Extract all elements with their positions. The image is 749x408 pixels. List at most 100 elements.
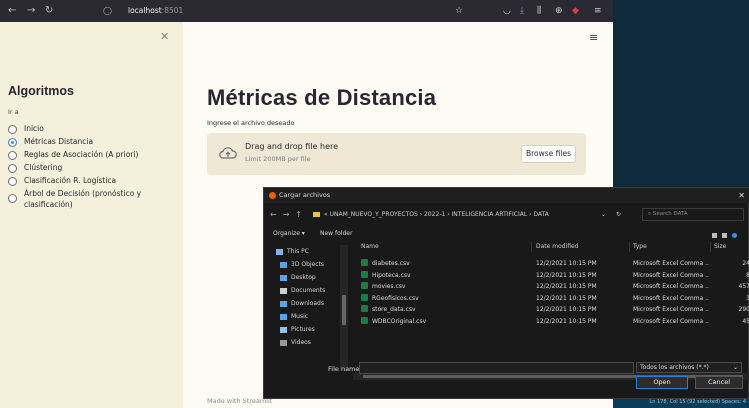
nav-downloads[interactable]: Downloads — [280, 300, 324, 307]
radio-circle-icon[interactable] — [8, 177, 17, 186]
back-icon[interactable]: ← — [8, 4, 16, 18]
open-button[interactable]: Open — [636, 376, 688, 389]
path-segment[interactable]: UNAM_NUEVO_Y_PROYECTOS — [330, 211, 418, 218]
view-options-icon[interactable] — [712, 230, 742, 238]
upload-label: Ingrese el archivo deseado — [207, 119, 295, 127]
search-placeholder: Search DATA — [652, 211, 688, 217]
zoom-icon[interactable]: ⊕ — [555, 4, 563, 18]
nav-desktop[interactable]: Desktop — [280, 274, 316, 281]
search-input[interactable]: ⌕ Search DATA — [642, 208, 744, 221]
radio-arbol-decision[interactable]: Árbol de Decisión (pronóstico y clasifica… — [8, 189, 141, 210]
nav-pictures[interactable]: Pictures — [280, 326, 315, 333]
radio-label-line2: clasificación) — [24, 199, 73, 209]
file-size: 24 — [742, 260, 749, 267]
radio-clasificacion-logistica[interactable]: Clasificación R. Logística — [8, 176, 116, 187]
file-row[interactable]: store_data.csv 12/2/2021 10:15 PM Micros… — [353, 304, 749, 316]
filter-value: Todos los archivos (*.*) — [640, 364, 709, 371]
address-bar[interactable]: « UNAM_NUEVO_Y_PROYECTOS › 2022-1 › INTE… — [309, 208, 614, 221]
bookmark-star-icon[interactable]: ☆ — [455, 4, 463, 18]
file-date: 12/2/2021 10:15 PM — [536, 283, 597, 290]
nav-label: Music — [291, 313, 309, 320]
file-name: RGeofisicos.csv — [372, 294, 419, 302]
pocket-icon[interactable]: ◡ — [503, 4, 511, 18]
path-dropdown-icon[interactable]: ⌄ — [601, 206, 606, 223]
app-menu-icon[interactable]: ≡ — [589, 31, 598, 44]
nav-scrollbar[interactable] — [340, 245, 348, 370]
file-row[interactable]: WDBCOriginal.csv 12/2/2021 10:15 PM Micr… — [353, 316, 749, 328]
file-size: 457 — [738, 283, 749, 290]
cancel-button[interactable]: Cancel — [695, 376, 743, 389]
file-row[interactable]: movies.csv 12/2/2021 10:15 PM Microsoft … — [353, 281, 749, 293]
browse-files-button[interactable]: Browse files — [521, 145, 576, 163]
file-type: Microsoft Excel Comma ... — [633, 317, 709, 325]
column-date-modified[interactable]: Date modified — [536, 240, 579, 253]
radio-reglas-asociacion[interactable]: Reglas de Asociación (A priori) — [8, 150, 138, 161]
radio-label: Inicio — [24, 124, 44, 133]
menu-icon[interactable]: ≡ — [594, 4, 602, 18]
csv-file-icon — [361, 316, 368, 324]
shield-icon[interactable]: ◯ — [103, 4, 112, 18]
radio-selected-icon[interactable] — [8, 138, 17, 147]
radio-clustering[interactable]: Clústering — [8, 163, 62, 174]
radio-circle-icon[interactable] — [8, 194, 17, 203]
radio-label: Clústering — [24, 163, 63, 172]
nav-label: 3D Objects — [291, 261, 325, 268]
organize-button[interactable]: Organize ▾ — [273, 227, 305, 240]
radio-label-line1: Árbol de Decisión (pronóstico y — [24, 189, 142, 198]
file-type: Microsoft Excel Comma ... — [633, 271, 709, 279]
file-name: Hipoteca.csv — [372, 271, 411, 279]
file-date: 12/2/2021 10:15 PM — [536, 260, 597, 267]
dialog-title: Cargar archivos — [279, 191, 331, 199]
sidebar-title: Algoritmos — [8, 84, 74, 98]
column-size[interactable]: Size — [714, 240, 726, 253]
video-icon — [280, 339, 287, 346]
desktop-icon — [280, 274, 287, 281]
url-port: :8501 — [161, 6, 184, 15]
dropzone-limit: Limit 200MB per file — [245, 155, 311, 163]
file-type-filter[interactable]: Todos los archivos (*.*) ⌄ — [636, 362, 742, 373]
nav-label: Documents — [291, 287, 326, 294]
radio-inicio[interactable]: Inicio — [8, 124, 44, 135]
nav-this-pc[interactable]: This PC — [276, 248, 309, 255]
library-icon[interactable]: ⫼ — [537, 4, 541, 18]
download-arrow-icon — [280, 300, 287, 307]
folder-icon — [313, 212, 320, 217]
nav-label: This PC — [287, 248, 309, 255]
path-segment[interactable]: 2022-1 — [424, 211, 445, 218]
radio-circle-icon[interactable] — [8, 151, 17, 160]
browser-toolbar: ← → ↻ ◯ localhost:8501 ☆ ◡ ⤓ ⫼ ⊕ ◆ ≡ — [0, 0, 613, 22]
refresh-icon[interactable]: ↻ — [616, 206, 621, 223]
csv-file-icon — [361, 282, 368, 289]
radio-label: Árbol de Decisión (pronóstico y clasifica… — [24, 189, 141, 210]
file-row[interactable]: RGeofisicos.csv 12/2/2021 10:15 PM Micro… — [353, 293, 749, 305]
column-type[interactable]: Type — [633, 240, 647, 253]
page-title: Métricas de Distancia — [207, 85, 437, 110]
reload-icon[interactable]: ↻ — [45, 4, 53, 18]
path-segment[interactable]: DATA — [533, 211, 548, 218]
url-bar[interactable]: localhost:8501 — [128, 4, 183, 18]
radio-circle-icon[interactable] — [8, 164, 17, 173]
download-icon[interactable]: ⤓ — [520, 4, 524, 18]
file-dropzone[interactable]: Drag and drop file here Limit 200MB per … — [207, 133, 586, 175]
file-name: movies.csv — [372, 283, 406, 290]
dialog-nav-arrows-icon[interactable]: ←→↑ — [270, 206, 308, 223]
nav-music[interactable]: Music — [280, 313, 308, 320]
nav-scroll-thumb[interactable] — [342, 295, 346, 325]
close-sidebar-icon[interactable]: ✕ — [160, 30, 169, 43]
nav-3d-objects[interactable]: 3D Objects — [280, 261, 324, 268]
nav-videos[interactable]: Videos — [280, 339, 311, 346]
firefox-icon — [269, 192, 276, 199]
nav-documents[interactable]: Documents — [280, 287, 325, 294]
radio-circle-icon[interactable] — [8, 125, 17, 134]
file-row[interactable]: diabetes.csv 12/2/2021 10:15 PM Microsof… — [353, 258, 749, 270]
extension-icon[interactable]: ◆ — [572, 4, 579, 18]
column-name[interactable]: Name — [361, 240, 379, 253]
new-folder-button[interactable]: New folder — [320, 227, 352, 240]
forward-icon[interactable]: → — [27, 4, 35, 18]
file-row[interactable]: Hipoteca.csv 12/2/2021 10:15 PM Microsof… — [353, 270, 749, 282]
sidebar — [0, 22, 183, 408]
nav-label: Downloads — [291, 300, 324, 307]
radio-metricas-distancia[interactable]: Métricas Distancia — [8, 137, 93, 148]
path-segment[interactable]: INTELIGENCIA ARTIFICIAL — [452, 211, 528, 218]
dialog-close-icon[interactable]: ✕ — [738, 188, 745, 203]
